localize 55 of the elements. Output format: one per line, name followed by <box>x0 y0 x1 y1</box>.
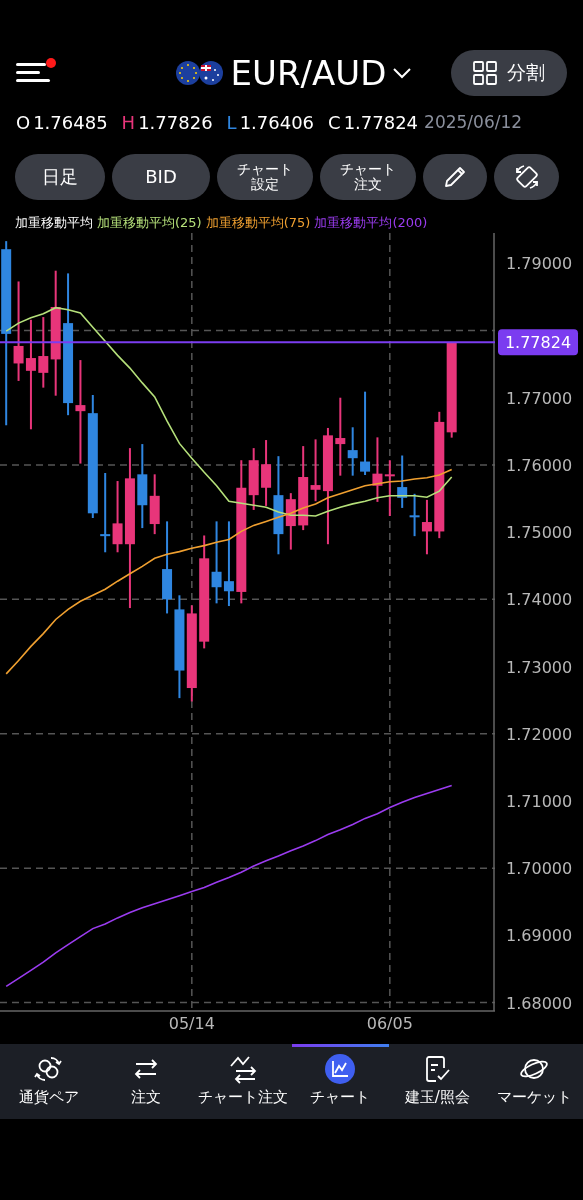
pencil-button[interactable] <box>423 154 487 200</box>
rotate-screen-button[interactable] <box>494 154 559 200</box>
candlestick <box>409 492 420 538</box>
chart-swap-icon <box>227 1054 258 1084</box>
price-tag: 1.77824 <box>498 329 578 356</box>
toolbar-button[interactable]: チャート設定 <box>217 154 313 200</box>
candlestick <box>384 459 395 517</box>
toolbar-button[interactable]: 日足 <box>15 154 105 200</box>
axis-label: 1.76000 <box>506 455 573 475</box>
indicator-legend: 加重移動平均(200) <box>314 214 428 232</box>
candlestick <box>397 454 408 509</box>
chevron-down-icon[interactable] <box>392 65 413 80</box>
axis-label: 1.70000 <box>506 859 573 879</box>
candlestick <box>372 436 383 503</box>
pencil-icon <box>442 164 468 190</box>
indicator-legend: 加重移動平均(25) <box>97 214 202 232</box>
currency-swap-icon <box>33 1054 64 1084</box>
axis-label: 1.69000 <box>506 926 573 946</box>
date-text: 2025/06/12 <box>424 112 523 132</box>
axis-label: 1.71000 <box>506 791 573 811</box>
axis-label: 1.77000 <box>506 388 573 408</box>
flags-icon <box>174 59 225 86</box>
candlestick <box>149 473 160 536</box>
axis-label: 1.68000 <box>506 993 573 1013</box>
axis-label: 1.75000 <box>506 523 573 543</box>
toolbar-button[interactable]: BID <box>112 154 210 200</box>
ohlc-label: C <box>328 111 341 133</box>
ohlc-label: L <box>226 111 237 133</box>
axis-label: 1.73000 <box>506 657 573 677</box>
split-button[interactable]: 分割 <box>451 49 567 96</box>
nav-tab[interactable]: 注文 <box>97 1044 195 1119</box>
grid-icon <box>473 60 497 85</box>
candlestick <box>421 498 432 556</box>
ohlc-value: 1.76406 <box>239 111 315 133</box>
ohlc-label: H <box>121 111 136 133</box>
axis-label: 1.79000 <box>506 254 573 274</box>
ohlc-value: 1.77824 <box>343 111 419 133</box>
line-chart-icon <box>325 1054 356 1084</box>
indicator-legend: 加重移動平均(75) <box>205 214 311 232</box>
axis-label: 05/14 <box>168 1014 215 1033</box>
nav-tab[interactable]: 通貨ペア <box>0 1044 98 1119</box>
ohlc-label: O <box>16 111 31 133</box>
ohlc-value: 1.77826 <box>138 111 213 133</box>
axis-label: 1.72000 <box>506 724 573 744</box>
currency-pair-title[interactable]: EUR/AUD <box>230 52 387 93</box>
indicator-legend: 加重移動平均 <box>15 214 93 232</box>
axis-label: 06/05 <box>366 1014 413 1033</box>
nav-tab[interactable]: 建玉/照会 <box>388 1044 486 1119</box>
nav-tab[interactable]: チャート <box>291 1044 389 1119</box>
nav-tab[interactable]: チャート注文 <box>194 1044 292 1119</box>
ohlc-value: 1.76485 <box>33 111 108 133</box>
ref-line-label: 1.77824 <box>504 333 572 353</box>
toolbar-button[interactable]: チャート注文 <box>320 154 416 200</box>
axis-label: 1.74000 <box>506 590 573 610</box>
nav-tab[interactable]: マーケット <box>485 1044 583 1119</box>
